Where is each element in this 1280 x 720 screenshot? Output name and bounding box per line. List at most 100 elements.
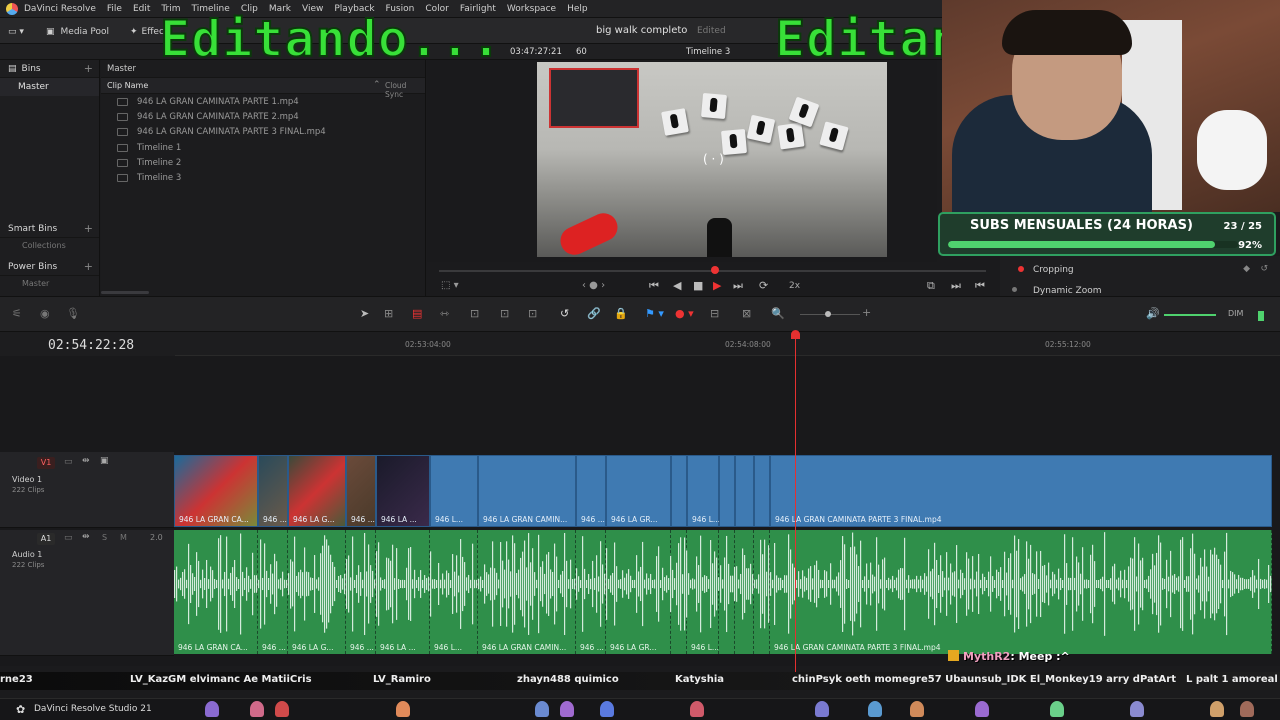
clip-item[interactable]: 946 LA GRAN CAMINATA PARTE 3 FINAL.mp4	[101, 125, 425, 140]
collections-item[interactable]: Collections	[0, 238, 99, 252]
flag-icon[interactable]: ⚑ ▾	[645, 307, 664, 320]
overwrite-icon[interactable]: ⊡	[500, 307, 509, 320]
zoom-full-icon[interactable]: ⊟	[710, 307, 719, 320]
add-smart-bin-icon[interactable]: +	[84, 222, 93, 235]
track-v1-label[interactable]: V1	[37, 457, 55, 469]
viewer-frame[interactable]: ( · )	[537, 62, 887, 257]
stop-icon[interactable]: ■	[693, 279, 703, 292]
inspector-dynamic-zoom[interactable]: Dynamic Zoom	[1033, 286, 1102, 296]
mic-icon[interactable]: 🎙	[66, 307, 80, 320]
blade-tool-icon[interactable]: ▤	[412, 307, 422, 320]
resolve-taskbar-icon[interactable]: ✿	[16, 703, 25, 716]
media-pool-button[interactable]: ▣ Media Pool	[46, 24, 109, 40]
next-edit-icon[interactable]: ⏭	[951, 279, 961, 293]
timeline-name[interactable]: Timeline 3	[686, 47, 730, 57]
video-toggle-icon[interactable]: ▣	[100, 456, 109, 466]
loop-icon[interactable]: ⟳	[759, 279, 768, 292]
clip-item[interactable]: Timeline 2	[101, 155, 425, 170]
clip-item[interactable]: 946 LA GRAN CAMINATA PARTE 1.mp4	[101, 94, 425, 109]
video-clip[interactable]: 946 LA ...	[376, 455, 430, 527]
replace-icon[interactable]: ⊡	[528, 307, 537, 320]
menu-edit[interactable]: Edit	[133, 4, 150, 14]
track-lock-icon[interactable]: ▭	[64, 457, 73, 467]
zoom-detail-icon[interactable]: ⊠	[742, 307, 751, 320]
timeline-playhead[interactable]	[795, 332, 796, 672]
zoom-in-icon[interactable]: +	[862, 306, 871, 319]
timeline-ruler[interactable]: 02:53:04:00 02:54:08:00 02:55:12:00	[175, 332, 1280, 356]
mute-icon[interactable]: M	[120, 533, 127, 542]
timeline-timecode[interactable]: 02:54:22:28	[48, 338, 134, 353]
trim-tool-icon[interactable]: ⊞	[384, 307, 393, 320]
solo-icon[interactable]: S	[102, 533, 107, 542]
picture-card	[819, 121, 849, 151]
keyframe-icon[interactable]: ◆	[1243, 264, 1250, 274]
insert-icon[interactable]: ⊡	[470, 307, 479, 320]
video-clip[interactable]: 946 ...	[258, 455, 288, 527]
menu-help[interactable]: Help	[567, 4, 588, 14]
menu-app[interactable]: DaVinci Resolve	[24, 4, 96, 14]
video-clip[interactable]: 946 ...	[346, 455, 376, 527]
layout-icon[interactable]: ⚟	[12, 307, 22, 320]
link-icon[interactable]: 🔗	[587, 307, 601, 320]
dynamic-trim-icon[interactable]: ⇿	[440, 307, 449, 320]
audio-icon[interactable]: ◉	[40, 307, 50, 320]
auto-track-icon[interactable]: ⇹	[82, 456, 90, 466]
video-clip[interactable]: 946 L...	[687, 455, 720, 527]
clip-item[interactable]: 946 LA GRAN CAMINATA PARTE 2.mp4	[101, 109, 425, 124]
lock-icon[interactable]: 🔒	[614, 307, 628, 320]
playback-speed[interactable]: 2x	[789, 281, 800, 291]
volume-slider[interactable]	[1164, 314, 1216, 316]
clip-item[interactable]: Timeline 3	[101, 170, 425, 185]
smart-bins-header[interactable]: Smart Bins +	[0, 220, 99, 238]
video-clip[interactable]	[719, 455, 735, 527]
audio-auto-track-icon[interactable]: ⇹	[82, 532, 90, 542]
scrub-playhead[interactable]	[711, 266, 719, 274]
reset-icon[interactable]: ↺	[1260, 264, 1268, 274]
bin-master[interactable]: Master	[0, 78, 99, 96]
video-clip[interactable]: 946 L...	[430, 455, 478, 527]
marker-icon[interactable]: ● ▾	[675, 307, 694, 320]
zoom-custom-icon[interactable]: 🔍	[771, 307, 785, 320]
jog-icon[interactable]: ‹ ● ›	[582, 280, 605, 291]
video-clip[interactable]	[735, 455, 754, 527]
snapping-icon[interactable]: ↺	[560, 307, 569, 320]
col-clip-name[interactable]: Clip Name	[107, 81, 148, 90]
video-clip[interactable]: 946 ...	[576, 455, 606, 527]
clip-list-scrollbar[interactable]	[101, 291, 149, 294]
match-frame-icon[interactable]: ⧉	[927, 279, 935, 293]
go-to-start-icon[interactable]: ⏮	[649, 279, 659, 293]
add-power-bin-icon[interactable]: +	[84, 260, 93, 273]
prev-edit-icon[interactable]: ⏮	[975, 279, 985, 293]
power-bins-header[interactable]: Power Bins +	[0, 258, 99, 276]
video-clip[interactable]: 946 LA GRAN CAMINATA PARTE 3 FINAL.mp4	[770, 455, 1272, 527]
sort-icon[interactable]: ⌃	[373, 80, 381, 90]
dim-button[interactable]: DIM	[1228, 309, 1243, 318]
play-icon[interactable]: ▶	[713, 279, 721, 292]
col-cloud-sync[interactable]: Cloud Sync	[385, 81, 425, 99]
inspector-cropping[interactable]: Cropping	[1033, 265, 1074, 275]
select-tool-icon[interactable]: ➤	[360, 307, 369, 320]
video-clip[interactable]: 946 LA GRAN CA...	[174, 455, 258, 527]
cropping-toggle-icon[interactable]	[1018, 266, 1024, 272]
taskbar-app-label[interactable]: DaVinci Resolve Studio 21	[34, 704, 152, 714]
power-bin-master[interactable]: Master	[0, 276, 99, 290]
dynamic-zoom-toggle-icon[interactable]	[1012, 287, 1017, 292]
audio-lock-icon[interactable]: ▭	[64, 533, 73, 543]
track-a1-label[interactable]: A1	[37, 533, 55, 545]
video-clip[interactable]: 946 LA GR...	[606, 455, 671, 527]
menu-file[interactable]: File	[107, 4, 122, 14]
volume-icon[interactable]: 🔊	[1146, 307, 1160, 320]
add-bin-icon[interactable]: +	[84, 62, 93, 75]
play-reverse-icon[interactable]: ◀	[673, 279, 681, 292]
menu-workspace[interactable]: Workspace	[507, 4, 556, 14]
video-clip[interactable]: 946 LA G...	[288, 455, 346, 527]
viewer-options-icon[interactable]: ⬚ ▾	[441, 280, 459, 291]
video-clip[interactable]	[671, 455, 687, 527]
video-clip[interactable]	[754, 455, 770, 527]
playhead-handle-icon[interactable]	[791, 330, 800, 339]
go-to-end-icon[interactable]: ⏭	[733, 279, 743, 293]
clip-item[interactable]: Timeline 1	[101, 140, 425, 155]
video-clip[interactable]: 946 LA GRAN CAMIN...	[478, 455, 576, 527]
zoom-slider-handle[interactable]	[825, 311, 831, 317]
panel-toggle-icon[interactable]: ▭ ▾	[8, 24, 24, 40]
